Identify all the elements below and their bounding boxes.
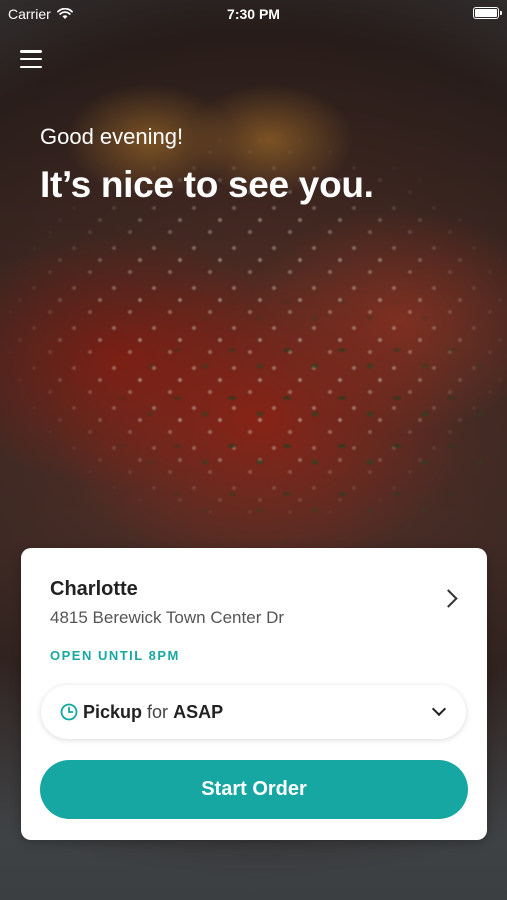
chevron-down-icon	[431, 701, 447, 717]
order-mode-connector: for	[147, 701, 169, 722]
pickup-time-selector[interactable]: Pickup for ASAP	[41, 685, 466, 739]
hamburger-icon-line	[20, 50, 42, 53]
clock-icon	[60, 703, 78, 721]
greeting-text: Good evening!	[40, 124, 184, 149]
status-bar: Carrier 7:30 PM	[0, 0, 507, 28]
location-address[interactable]: 4815 Berewick Town Center Dr	[50, 608, 284, 628]
headline-text: It’s nice to see you.	[40, 164, 374, 205]
start-order-button[interactable]: Start Order	[40, 760, 468, 819]
hours-status: OPEN UNTIL 8PM	[50, 648, 180, 663]
order-mode: Pickup	[83, 701, 143, 722]
status-time: 7:30 PM	[227, 6, 280, 22]
hamburger-icon-line	[20, 57, 42, 61]
chevron-right-icon[interactable]	[439, 589, 458, 608]
hamburger-icon-line	[20, 65, 42, 68]
pickup-summary: Pickup for ASAP	[83, 702, 223, 723]
order-card: Charlotte 4815 Berewick Town Center Dr O…	[21, 548, 487, 840]
order-time: ASAP	[173, 701, 224, 722]
battery-icon	[473, 7, 502, 19]
location-name[interactable]: Charlotte	[50, 578, 138, 601]
menu-button[interactable]	[20, 48, 42, 70]
